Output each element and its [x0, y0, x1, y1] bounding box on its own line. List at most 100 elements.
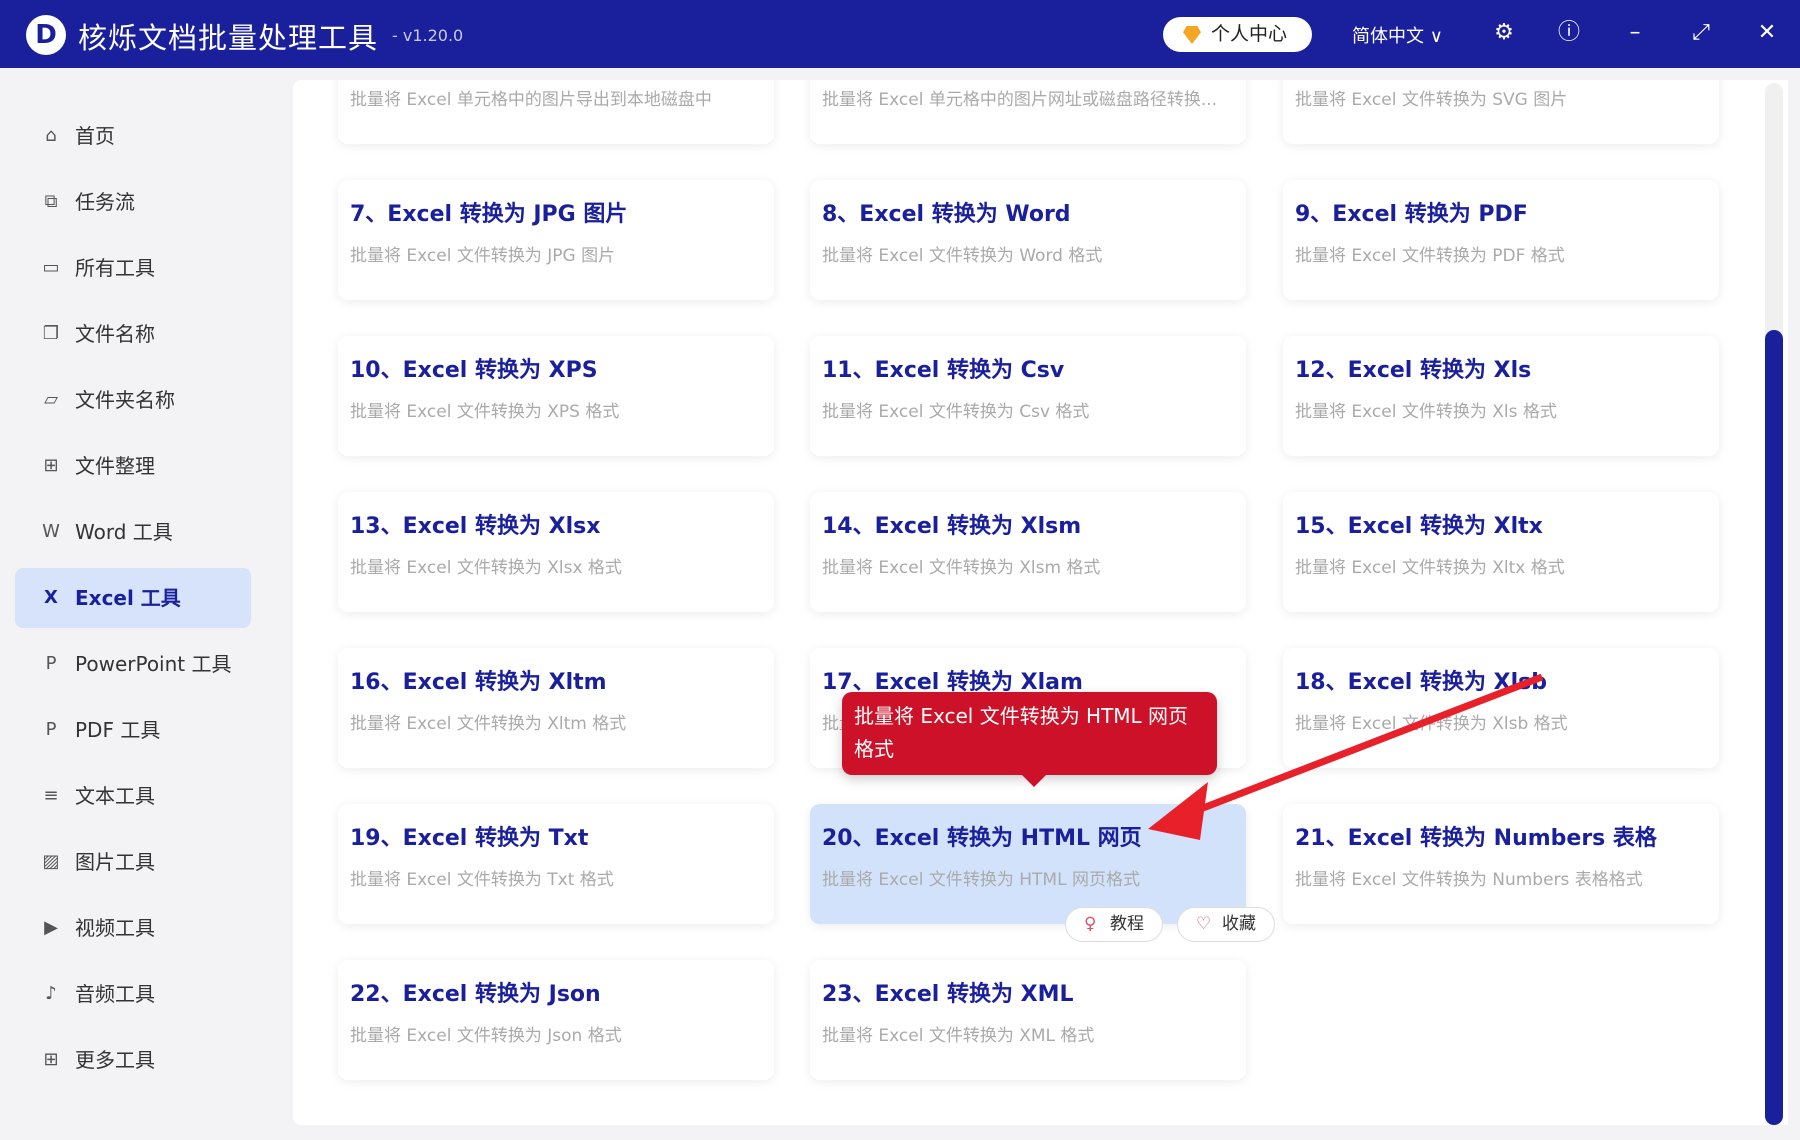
- tool-card[interactable]: 12、Excel 转换为 Xls 批量将 Excel 文件转换为 Xls 格式: [1283, 336, 1719, 456]
- tool-card-description: 批量将 Excel 文件转换为 PDF 格式: [1295, 241, 1705, 266]
- sidebar-item-label: 文件名称: [75, 322, 155, 346]
- tool-card-title: 14、Excel 转换为 Xlsm: [822, 508, 1081, 540]
- sidebar-item-icon: ▶: [39, 898, 63, 958]
- sidebar-item-icon: X: [39, 568, 63, 628]
- tool-card[interactable]: 10、Excel 转换为 XPS批量将 Excel 文件转换为 XPS 格式: [338, 336, 774, 456]
- favorite-label: 收藏: [1222, 914, 1256, 934]
- sidebar-item[interactable]: P PDF 工具: [15, 700, 251, 760]
- sidebar-item-label: 文件整理: [75, 454, 155, 478]
- tooltip: 批量将 Excel 文件转换为 HTML 网页格式: [842, 692, 1217, 775]
- sidebar-item-label: 任务流: [75, 190, 135, 214]
- minimize-icon[interactable]: –: [1620, 18, 1650, 48]
- sidebar-item-label: 视频工具: [75, 916, 155, 940]
- tool-card-description: 批量将 Excel 文件转换为 Word 格式: [822, 241, 1232, 266]
- personal-center-button[interactable]: 个人中心: [1163, 17, 1312, 52]
- tool-card-title: 20、Excel 转换为 HTML 网页: [822, 820, 1142, 852]
- tool-card[interactable]: 8、Excel 转换为 Word 批量将 Excel 文件转换为 Word 格式: [810, 180, 1246, 300]
- tool-card-title: 19、Excel 转换为 Txt: [350, 820, 588, 852]
- sidebar-item[interactable]: ⧉ 任务流: [15, 172, 251, 232]
- tool-card-description: 批量将 Excel 文件转换为 HTML 网页格式: [822, 865, 1232, 890]
- maximize-icon[interactable]: ⤢: [1686, 18, 1716, 48]
- sidebar-item-icon: ⧉: [39, 172, 63, 232]
- tool-card-title: 7、Excel 转换为 JPG 图片: [350, 196, 627, 228]
- tool-card[interactable]: 批量将 Excel 单元格中的图片网址或磁盘路径转换...: [810, 80, 1246, 144]
- tool-card-title: 8、Excel 转换为 Word: [822, 196, 1071, 228]
- tool-card[interactable]: 20、Excel 转换为 HTML 网页批量将 Excel 文件转换为 HTML…: [810, 804, 1246, 924]
- sidebar-item[interactable]: ▶ 视频工具: [15, 898, 251, 958]
- tool-card[interactable]: 19、Excel 转换为 Txt 批量将 Excel 文件转换为 Txt 格式: [338, 804, 774, 924]
- sidebar-item[interactable]: P PowerPoint 工具: [15, 634, 251, 694]
- language-select[interactable]: 简体中文 ∨: [1352, 22, 1443, 48]
- sidebar-item[interactable]: ▭所有工具: [15, 238, 251, 298]
- tool-card-title: 9、Excel 转换为 PDF: [1295, 196, 1528, 228]
- tool-card[interactable]: 11、Excel 转换为 Csv批量将 Excel 文件转换为 Csv 格式: [810, 336, 1246, 456]
- sidebar-item-icon: P: [39, 700, 63, 760]
- sidebar-item[interactable]: X Excel 工具: [15, 568, 251, 628]
- sidebar-item-icon: ≡: [39, 766, 63, 826]
- heart-icon: ♡: [1196, 908, 1211, 941]
- tool-card[interactable]: 22、Excel 转换为 Json批量将 Excel 文件转换为 Json 格式: [338, 960, 774, 1080]
- sidebar-item[interactable]: ⊞ 更多工具: [15, 1030, 251, 1090]
- sidebar-item[interactable]: ⊞ 文件整理: [15, 436, 251, 496]
- sidebar-item-icon: ⌂: [39, 106, 63, 166]
- sidebar-item-label: 更多工具: [75, 1048, 155, 1072]
- title-bar: D 核烁文档批量处理工具 - v1.20.0 个人中心 简体中文 ∨ ⚙ ⓘ –…: [0, 0, 1800, 68]
- close-icon[interactable]: ✕: [1752, 18, 1782, 48]
- sidebar-item-label: PDF 工具: [75, 718, 160, 742]
- sidebar-item-label: PowerPoint 工具: [75, 652, 231, 676]
- tool-card[interactable]: 16、Excel 转换为 Xltm批量将 Excel 文件转换为 Xltm 格式: [338, 648, 774, 768]
- tool-card-title: 12、Excel 转换为 Xls: [1295, 352, 1531, 384]
- personal-center-label: 个人中心: [1211, 23, 1287, 45]
- gear-icon[interactable]: ⚙: [1489, 18, 1519, 48]
- sidebar-item[interactable]: ▱文件夹名称: [15, 370, 251, 430]
- tool-card-description: 批量将 Excel 文件转换为 Xls 格式: [1295, 397, 1705, 422]
- sidebar-item[interactable]: ♪音频工具: [15, 964, 251, 1024]
- app-logo: D: [26, 15, 66, 55]
- sidebar-item[interactable]: WWord 工具: [15, 502, 251, 562]
- tool-card[interactable]: 18、Excel 转换为 Xlsb 批量将 Excel 文件转换为 Xlsb 格式: [1283, 648, 1719, 768]
- tool-card-description: 批量将 Excel 文件转换为 Txt 格式: [350, 865, 760, 890]
- tool-card[interactable]: 13、Excel 转换为 Xlsx批量将 Excel 文件转换为 Xlsx 格式: [338, 492, 774, 612]
- tool-card-description: 批量将 Excel 文件转换为 XML 格式: [822, 1021, 1232, 1046]
- tool-card[interactable]: 23、Excel 转换为 XML 批量将 Excel 文件转换为 XML 格式: [810, 960, 1246, 1080]
- tool-card[interactable]: 批量将 Excel 文件转换为 SVG 图片: [1283, 80, 1719, 144]
- sidebar-item[interactable]: ≡ 文本工具: [15, 766, 251, 826]
- tool-card-description: 批量将 Excel 文件转换为 Xlsb 格式: [1295, 709, 1705, 734]
- app-title: 核烁文档批量处理工具: [78, 15, 378, 57]
- sidebar-item-label: 图片工具: [75, 850, 155, 874]
- tool-card-description: 批量将 Excel 单元格中的图片网址或磁盘路径转换...: [822, 85, 1232, 110]
- sidebar: ⌂首页⧉任务流▭所有工具❐文件名称▱文件夹名称⊞文件整理WWord 工具XExc…: [0, 68, 293, 1140]
- sidebar-item[interactable]: ❐ 文件名称: [15, 304, 251, 364]
- tool-card[interactable]: 21、Excel 转换为 Numbers 表格批量将 Excel 文件转换为 N…: [1283, 804, 1719, 924]
- lightbulb-icon: ♀: [1084, 908, 1096, 941]
- sidebar-item-icon: ⊞: [39, 1030, 63, 1090]
- tool-card-title: 18、Excel 转换为 Xlsb: [1295, 664, 1547, 696]
- tool-card-description: 批量将 Excel 文件转换为 XPS 格式: [350, 397, 760, 422]
- tool-card-description: 批量将 Excel 文件转换为 Csv 格式: [822, 397, 1232, 422]
- sidebar-item-label: Excel 工具: [75, 586, 181, 610]
- sidebar-item-icon: ❐: [39, 304, 63, 364]
- sidebar-item-icon: P: [39, 634, 63, 694]
- tool-card[interactable]: 批量将 Excel 单元格中的图片导出到本地磁盘中: [338, 80, 774, 144]
- tutorial-button[interactable]: ♀教程: [1065, 907, 1163, 942]
- sidebar-item-icon: ▱: [39, 370, 63, 430]
- sidebar-item[interactable]: ▨图片工具: [15, 832, 251, 892]
- help-icon[interactable]: ⓘ: [1554, 18, 1584, 48]
- sidebar-item-label: 文本工具: [75, 784, 155, 808]
- tool-card[interactable]: 9、Excel 转换为 PDF 批量将 Excel 文件转换为 PDF 格式: [1283, 180, 1719, 300]
- tool-card[interactable]: 15、Excel 转换为 Xltx批量将 Excel 文件转换为 Xltx 格式: [1283, 492, 1719, 612]
- tool-card-title: 23、Excel 转换为 XML: [822, 976, 1074, 1008]
- tool-card-title: 16、Excel 转换为 Xltm: [350, 664, 607, 696]
- tool-card[interactable]: 7、Excel 转换为 JPG 图片批量将 Excel 文件转换为 JPG 图片: [338, 180, 774, 300]
- tool-card-description: 批量将 Excel 单元格中的图片导出到本地磁盘中: [350, 85, 760, 110]
- diamond-icon: [1183, 26, 1201, 44]
- sidebar-item-icon: ⊞: [39, 436, 63, 496]
- scrollbar-thumb[interactable]: [1765, 330, 1783, 1125]
- tool-card[interactable]: 14、Excel 转换为 Xlsm批量将 Excel 文件转换为 Xlsm 格式: [810, 492, 1246, 612]
- tool-card-title: 21、Excel 转换为 Numbers 表格: [1295, 820, 1657, 852]
- sidebar-item[interactable]: ⌂首页: [15, 106, 251, 166]
- tool-card-description: 批量将 Excel 文件转换为 SVG 图片: [1295, 85, 1705, 110]
- tool-card-description: 批量将 Excel 文件转换为 Xltx 格式: [1295, 553, 1705, 578]
- favorite-button[interactable]: ♡ 收藏: [1177, 907, 1275, 942]
- sidebar-item-label: 音频工具: [75, 982, 155, 1006]
